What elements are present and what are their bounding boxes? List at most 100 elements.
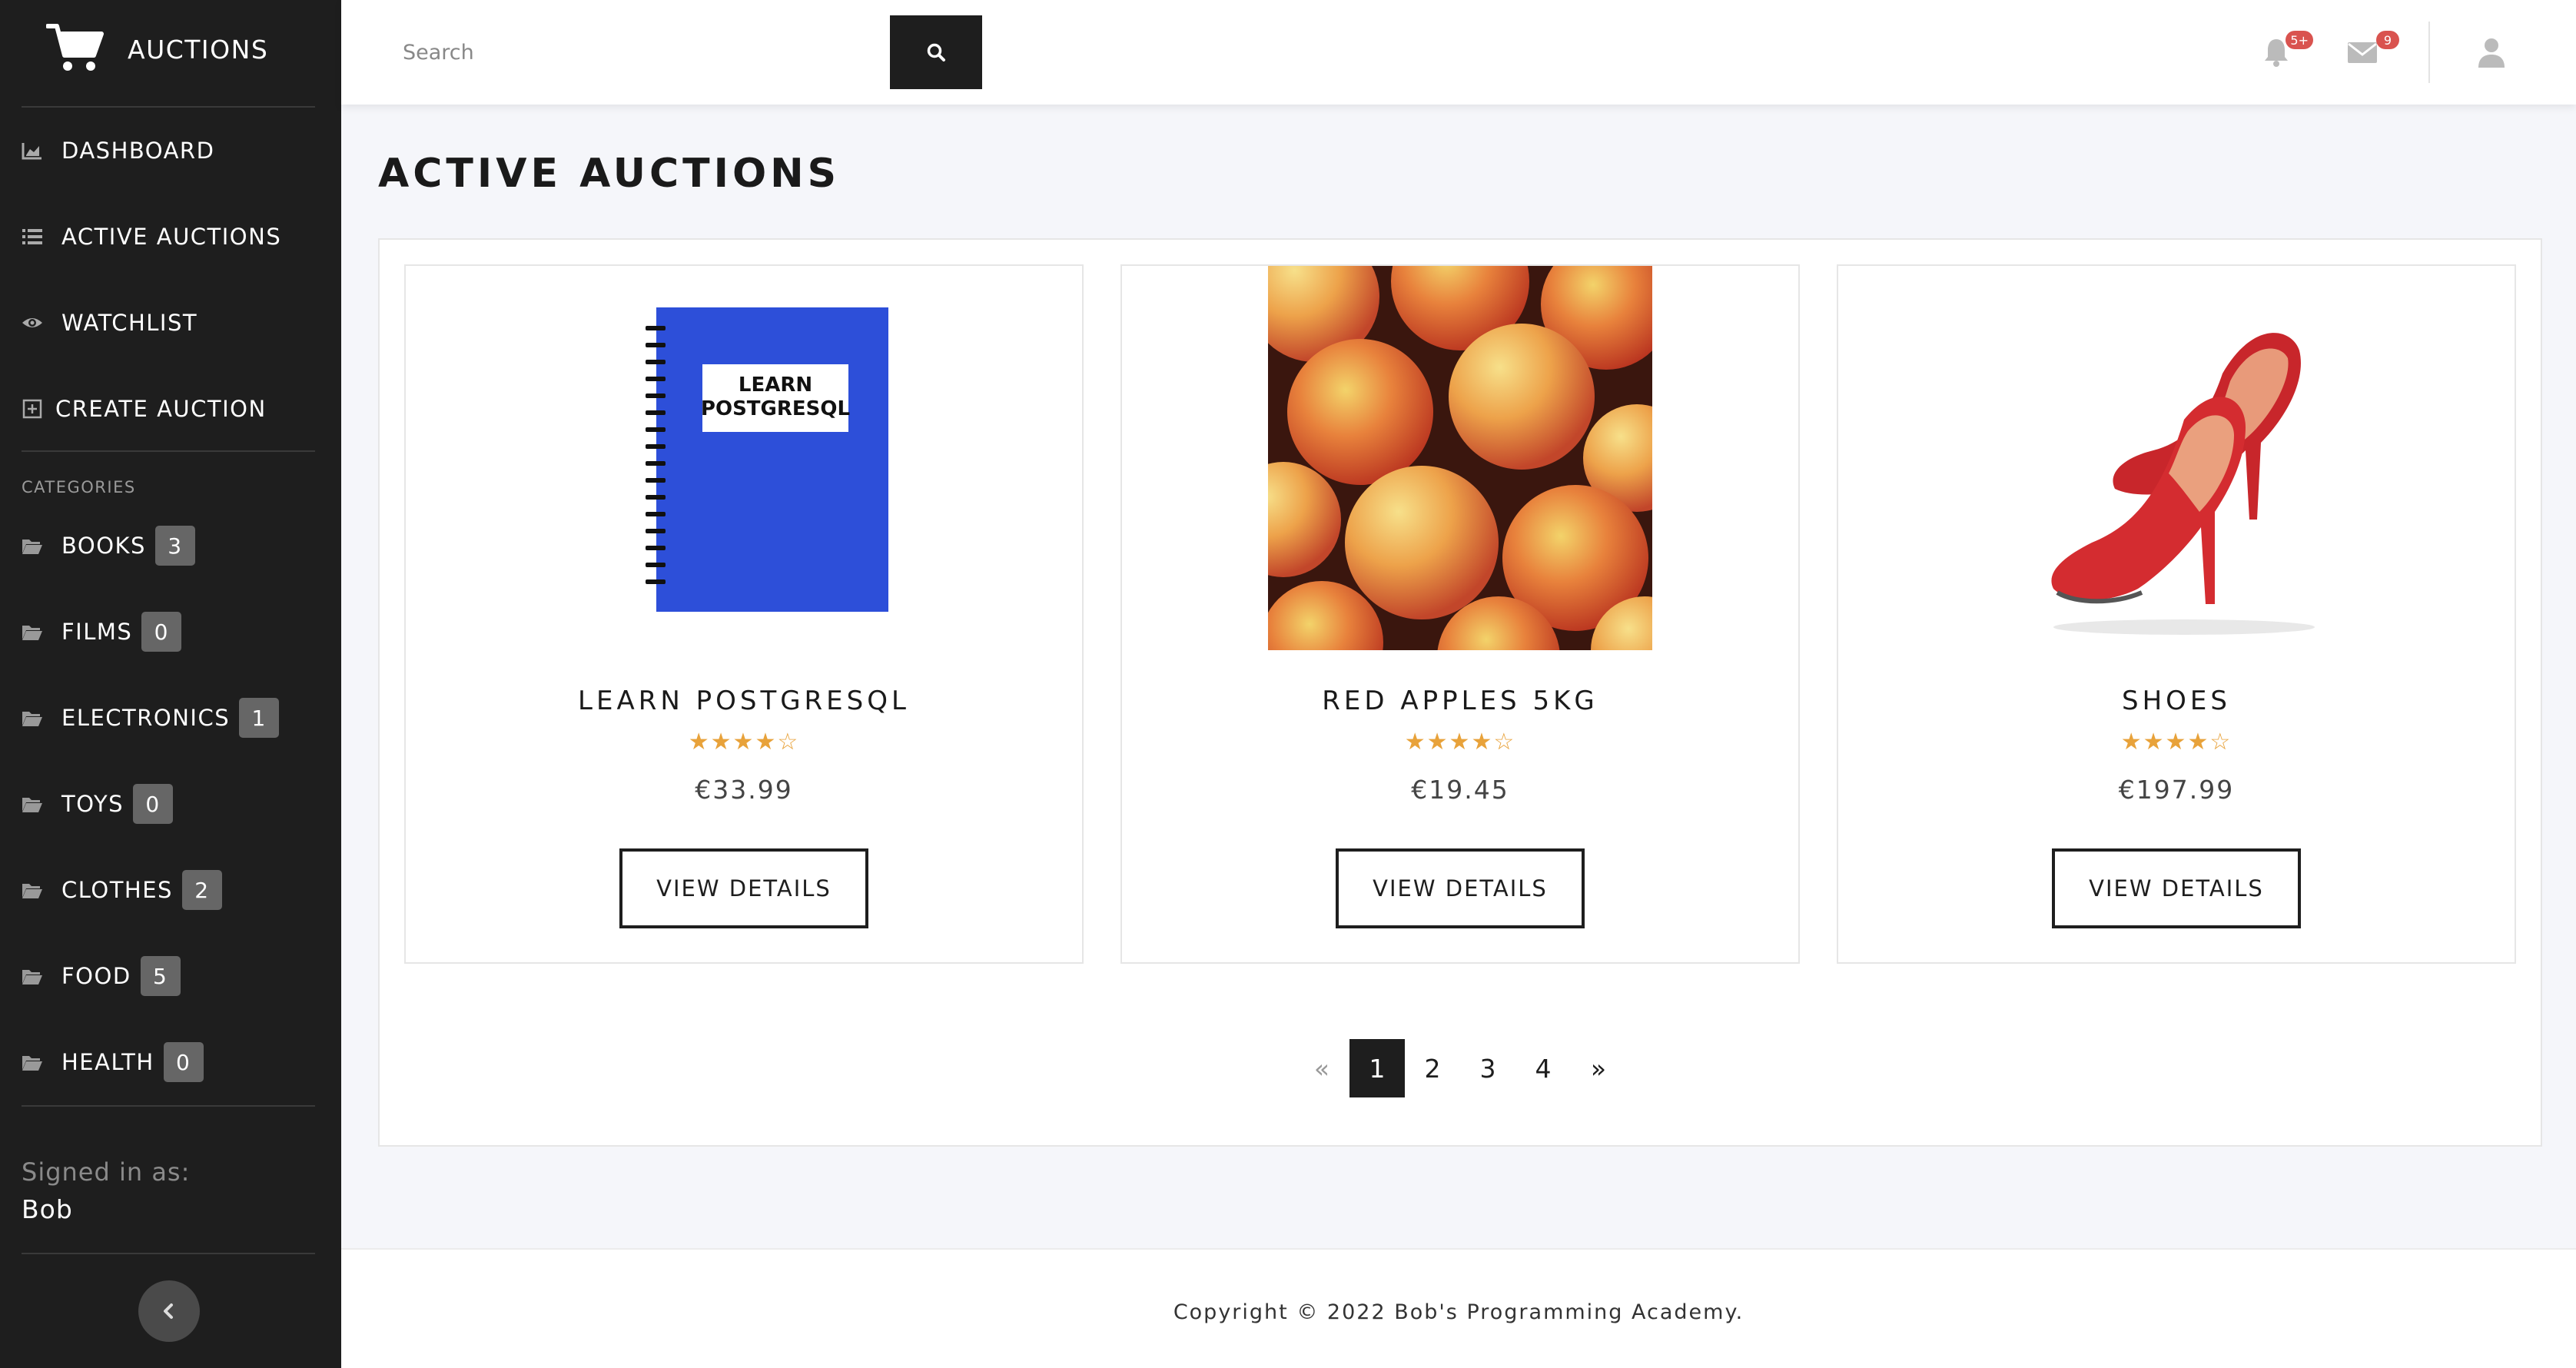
sidebar-category-books[interactable]: BOOKS 3 — [22, 523, 195, 569]
brand[interactable]: AUCTIONS — [45, 22, 269, 77]
auctions-panel: LEARN POSTGRESQL LEARN POSTGRESQL ★★★★☆ … — [378, 212, 2542, 1147]
category-label: ELECTRONICS — [61, 705, 231, 731]
count-badge: 1 — [239, 698, 280, 738]
category-label: FILMS — [61, 619, 133, 645]
product-price: €33.99 — [695, 775, 793, 805]
list-icon — [22, 226, 43, 247]
star-empty-icon: ☆ — [1493, 729, 1516, 755]
sidebar-divider — [22, 1105, 315, 1107]
envelope-icon — [2345, 35, 2379, 69]
auction-card: SHOES ★★★★☆ €197.99 VIEW DETAILS — [1837, 264, 2516, 964]
notifications-button[interactable]: 5+ — [2258, 31, 2313, 71]
folder-open-icon — [22, 535, 43, 556]
count-badge: 0 — [141, 612, 182, 652]
folder-open-icon — [22, 965, 43, 987]
sidebar-collapse-button[interactable] — [138, 1280, 200, 1342]
sidebar-divider — [22, 1253, 315, 1254]
rating-stars: ★★★★☆ — [1122, 729, 1798, 755]
sidebar-item-create-auction[interactable]: CREATE AUCTION — [22, 386, 267, 432]
category-label: CLOTHES — [61, 877, 173, 903]
copyright-text: Copyright © 2022 Bob's Programming Acade… — [1173, 1300, 1744, 1324]
folder-open-icon — [22, 707, 43, 729]
auction-card: LEARN POSTGRESQL LEARN POSTGRESQL ★★★★☆ … — [404, 264, 1084, 964]
star-empty-icon: ☆ — [2209, 729, 2232, 755]
star-filled-icon: ★ — [688, 729, 711, 755]
user-icon — [2475, 35, 2508, 69]
category-label: FOOD — [61, 963, 131, 989]
product-title: RED APPLES 5KG — [1322, 686, 1598, 716]
folder-open-icon — [22, 879, 43, 901]
star-empty-icon: ☆ — [777, 729, 800, 755]
count-badge: 2 — [181, 870, 222, 910]
star-filled-icon: ★ — [1404, 729, 1427, 755]
product-image-apples[interactable] — [1226, 212, 1698, 719]
product-image-book[interactable]: LEARN POSTGRESQL — [552, 266, 936, 650]
sidebar-item-label: CREATE AUCTION — [55, 396, 267, 422]
pagination-prev[interactable]: « — [1294, 1039, 1349, 1097]
folder-open-icon — [22, 793, 43, 815]
page-title: ACTIVE AUCTIONS — [378, 151, 841, 197]
chevron-left-icon — [159, 1301, 179, 1321]
sidebar-item-dashboard[interactable]: DASHBOARD — [22, 128, 214, 174]
sidebar-divider — [22, 106, 315, 108]
search-icon — [926, 42, 946, 62]
search-button[interactable] — [890, 15, 982, 89]
messages-button[interactable]: 9 — [2344, 31, 2399, 71]
sidebar-category-toys[interactable]: TOYS 0 — [22, 781, 174, 827]
view-details-button[interactable]: VIEW DETAILS — [619, 848, 868, 928]
sidebar: AUCTIONS DASHBOARD ACTIVE AUCTIONS WATCH… — [0, 0, 341, 1368]
view-details-button[interactable]: VIEW DETAILS — [2052, 848, 2301, 928]
product-price: €197.99 — [2118, 775, 2235, 805]
shopping-cart-icon — [45, 22, 105, 77]
brand-name: AUCTIONS — [128, 34, 269, 65]
star-filled-icon: ★ — [2120, 729, 2143, 755]
search-input[interactable] — [372, 15, 888, 89]
book-cover-text: POSTGRESQL — [701, 397, 850, 420]
pagination-page-3[interactable]: 3 — [1460, 1039, 1515, 1097]
signed-in-user: Bob — [22, 1194, 73, 1224]
sidebar-item-label: DASHBOARD — [61, 138, 215, 164]
footer: Copyright © 2022 Bob's Programming Acade… — [341, 1248, 2576, 1368]
signed-in-label: Signed in as: — [22, 1157, 191, 1187]
product-title: SHOES — [2122, 686, 2231, 716]
book-cover-text: LEARN — [739, 374, 812, 397]
count-badge: 0 — [163, 1042, 204, 1082]
product-title: LEARN POSTGRESQL — [578, 686, 910, 716]
category-label: TOYS — [61, 791, 124, 817]
count-badge: 3 — [154, 526, 195, 566]
product-image-shoes[interactable] — [1984, 266, 2369, 650]
chart-icon — [22, 140, 43, 161]
view-details-button[interactable]: VIEW DETAILS — [1336, 848, 1585, 928]
star-filled-icon: ★ — [1426, 729, 1449, 755]
rating-stars: ★★★★☆ — [406, 729, 1082, 755]
category-label: HEALTH — [61, 1049, 154, 1075]
category-label: BOOKS — [61, 533, 146, 559]
sidebar-category-films[interactable]: FILMS 0 — [22, 609, 182, 655]
sidebar-category-clothes[interactable]: CLOTHES 2 — [22, 867, 222, 913]
sidebar-category-food[interactable]: FOOD 5 — [22, 953, 181, 999]
star-filled-icon: ★ — [2187, 729, 2210, 755]
pagination-page-2[interactable]: 2 — [1405, 1039, 1460, 1097]
eye-icon — [22, 312, 43, 334]
count-badge: 0 — [133, 784, 174, 824]
rating-stars: ★★★★☆ — [1838, 729, 2515, 755]
topbar-separator — [2428, 22, 2430, 83]
sidebar-category-health[interactable]: HEALTH 0 — [22, 1039, 204, 1085]
star-filled-icon: ★ — [1449, 729, 1472, 755]
star-filled-icon: ★ — [1471, 729, 1494, 755]
pagination-next[interactable]: » — [1571, 1039, 1626, 1097]
star-filled-icon: ★ — [732, 729, 755, 755]
auction-card: RED APPLES 5KG ★★★★☆ €19.45 VIEW DETAILS — [1120, 212, 1800, 964]
sidebar-item-watchlist[interactable]: WATCHLIST — [22, 300, 198, 346]
star-filled-icon: ★ — [755, 729, 778, 755]
user-menu-button[interactable] — [2473, 34, 2510, 71]
sidebar-item-label: WATCHLIST — [61, 310, 198, 336]
categories-heading: CATEGORIES — [22, 478, 136, 496]
star-filled-icon: ★ — [2143, 729, 2166, 755]
pagination-page-4[interactable]: 4 — [1515, 1039, 1571, 1097]
product-price: €19.45 — [1411, 775, 1509, 805]
star-filled-icon: ★ — [2165, 729, 2188, 755]
sidebar-category-electronics[interactable]: ELECTRONICS 1 — [22, 695, 280, 741]
pagination-page-1[interactable]: 1 — [1349, 1039, 1405, 1097]
sidebar-item-active-auctions[interactable]: ACTIVE AUCTIONS — [22, 214, 281, 260]
